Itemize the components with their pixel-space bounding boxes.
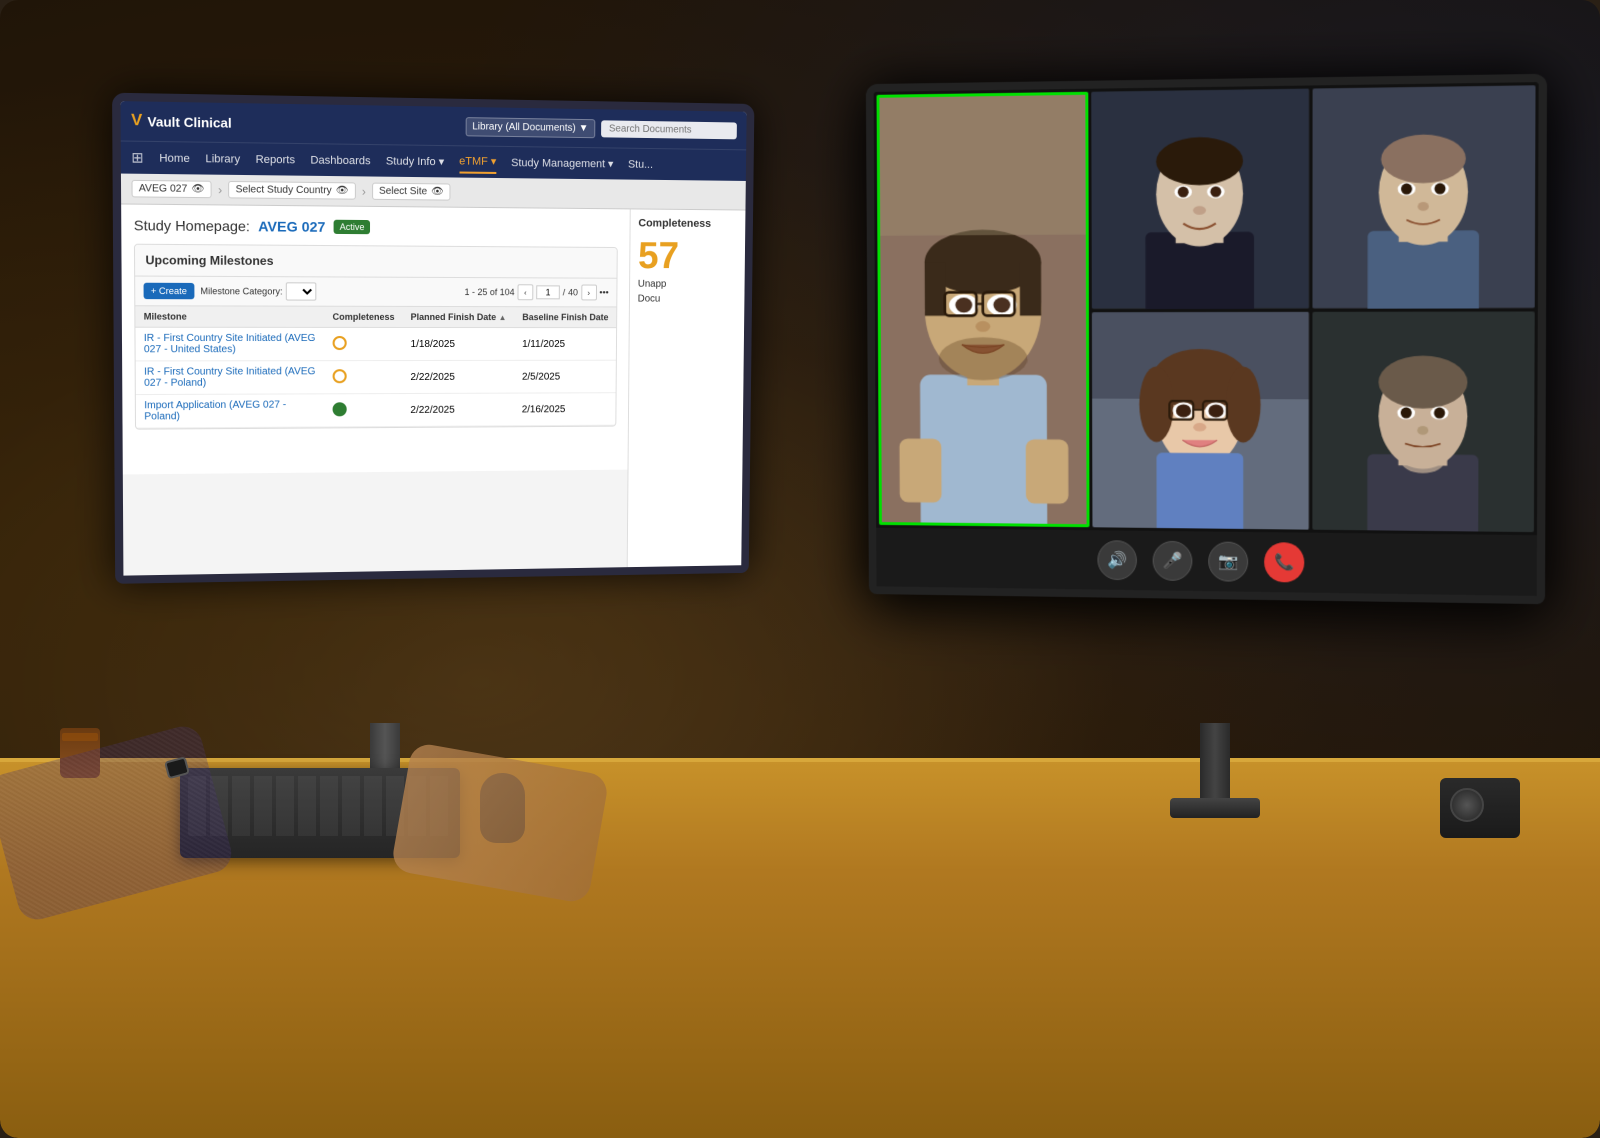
camera-btn[interactable]: 📷 bbox=[1208, 541, 1248, 581]
vault-logo: V Vault Clinical bbox=[131, 112, 232, 132]
completeness-indicator-1 bbox=[333, 335, 347, 349]
col-milestone: Milestone bbox=[135, 306, 324, 327]
planned-date-2: 2/22/2025 bbox=[402, 360, 514, 393]
nav-dashboards[interactable]: Dashboards bbox=[310, 150, 370, 171]
person-3-svg bbox=[1312, 85, 1535, 308]
nav-library[interactable]: Library bbox=[205, 148, 240, 169]
video-controls: 🔊 🎤 📷 📞 bbox=[876, 528, 1537, 596]
right-monitor-stand bbox=[1200, 723, 1230, 803]
active-badge: Active bbox=[334, 220, 371, 234]
main-scene: V Vault Clinical Library (All Documents)… bbox=[0, 0, 1600, 1138]
person-5-svg bbox=[1312, 311, 1535, 532]
sort-arrow-icon: ▲ bbox=[499, 313, 507, 322]
video-grid bbox=[874, 82, 1539, 535]
milestone-link-1[interactable]: IR - First Country Site Initiated (AVEG … bbox=[144, 333, 316, 355]
col-planned-finish[interactable]: Planned Finish Date ▲ bbox=[403, 307, 515, 328]
grid-icon[interactable]: ⊞ bbox=[131, 149, 143, 167]
vault-app-name: Vault Clinical bbox=[147, 113, 231, 130]
milestone-link-3[interactable]: Import Application (AVEG 027 - Poland) bbox=[144, 400, 286, 423]
planned-date-3: 2/22/2025 bbox=[402, 393, 514, 426]
completeness-panel-title: Completeness bbox=[638, 217, 737, 230]
vault-logo-v: V bbox=[131, 112, 142, 131]
nav-home[interactable]: Home bbox=[159, 148, 190, 169]
milestones-section: Upcoming Milestones + Create Milestone C… bbox=[134, 244, 618, 430]
completeness-number: 57 bbox=[638, 237, 738, 275]
watch bbox=[164, 756, 190, 779]
dropdown-arrow-icon: ▼ bbox=[579, 122, 589, 133]
pagination-sep: / bbox=[563, 287, 566, 297]
chevron-down-icon-3: ▾ bbox=[608, 157, 614, 170]
person-2-svg bbox=[1092, 89, 1310, 309]
col-completeness: Completeness bbox=[324, 307, 402, 328]
nav-study-management[interactable]: Study Management ▾ bbox=[511, 152, 613, 174]
next-page-btn[interactable]: › bbox=[581, 285, 597, 301]
chevron-down-icon: ▾ bbox=[439, 155, 445, 168]
milestones-header: Upcoming Milestones bbox=[135, 245, 617, 279]
baseline-date-2: 2/5/2025 bbox=[514, 360, 616, 393]
breadcrumb-sep-1: › bbox=[218, 182, 222, 196]
table-row: IR - First Country Site Initiated (AVEG … bbox=[136, 360, 616, 394]
video-cell-3 bbox=[1312, 85, 1535, 308]
prev-page-btn[interactable]: ‹ bbox=[517, 284, 533, 300]
end-call-icon: 📞 bbox=[1274, 552, 1294, 572]
video-cell-4 bbox=[1092, 311, 1309, 529]
completeness-indicator-3 bbox=[333, 402, 347, 416]
completeness-indicator-2 bbox=[333, 369, 347, 383]
vault-main-content: Study Homepage: AVEG 027 Active Upcoming… bbox=[121, 204, 630, 474]
camera-device bbox=[1440, 778, 1520, 838]
right-monitor: 🔊 🎤 📷 📞 bbox=[866, 74, 1547, 604]
camera-icon: 📷 bbox=[1218, 552, 1238, 572]
breadcrumb-site[interactable]: Select Site 👁 bbox=[372, 183, 451, 201]
study-name: AVEG 027 bbox=[258, 218, 325, 235]
person-4-svg bbox=[1092, 311, 1309, 529]
eye-icon: 👁 bbox=[191, 184, 204, 195]
speaker-icon: 🔊 bbox=[1107, 550, 1127, 570]
end-call-btn[interactable]: 📞 bbox=[1264, 542, 1304, 582]
nav-stu[interactable]: Stu... bbox=[628, 154, 653, 174]
baseline-date-1: 1/11/2025 bbox=[514, 328, 616, 361]
person-1-svg bbox=[877, 92, 1090, 527]
study-homepage-title: Study Homepage: AVEG 027 Active bbox=[134, 217, 618, 237]
col-baseline-finish: Baseline Finish Date bbox=[514, 307, 616, 327]
nav-study-info[interactable]: Study Info ▾ bbox=[386, 150, 444, 172]
planned-date-1: 1/18/2025 bbox=[403, 327, 515, 360]
library-dropdown[interactable]: Library (All Documents) ▼ bbox=[465, 117, 595, 138]
right-monitor-stand-base bbox=[1170, 798, 1260, 818]
milestone-link-2[interactable]: IR - First Country Site Initiated (AVEG … bbox=[144, 366, 315, 389]
vault-search-bar: Library (All Documents) ▼ bbox=[465, 117, 737, 140]
breadcrumb-study[interactable]: AVEG 027 👁 bbox=[131, 180, 211, 198]
completeness-label-2: Docu bbox=[638, 294, 737, 305]
table-row: Import Application (AVEG 027 - Poland) 2… bbox=[136, 393, 616, 428]
milestones-table: Milestone Completeness Planned Finish Da… bbox=[135, 306, 616, 428]
table-row: IR - First Country Site Initiated (AVEG … bbox=[135, 327, 616, 361]
left-monitor: V Vault Clinical Library (All Documents)… bbox=[112, 93, 754, 584]
breadcrumb-country[interactable]: Select Study Country 👁 bbox=[228, 181, 355, 200]
speaker-btn[interactable]: 🔊 bbox=[1097, 540, 1136, 580]
nav-reports[interactable]: Reports bbox=[256, 149, 296, 170]
video-cell-2 bbox=[1092, 89, 1310, 309]
search-input[interactable] bbox=[601, 120, 737, 139]
vault-clinical-app: V Vault Clinical Library (All Documents)… bbox=[121, 101, 747, 575]
create-button[interactable]: + Create bbox=[144, 283, 195, 300]
eye-icon-2: 👁 bbox=[336, 185, 349, 196]
page-input[interactable] bbox=[536, 285, 560, 299]
milestone-filter: Milestone Category: bbox=[200, 282, 316, 301]
more-options-icon[interactable]: ••• bbox=[599, 288, 608, 298]
breadcrumb-sep-2: › bbox=[362, 184, 366, 198]
completeness-panel: Completeness 57 Unapp Docu bbox=[627, 209, 746, 567]
filter-dropdown[interactable] bbox=[286, 282, 317, 300]
chevron-down-icon-2: ▾ bbox=[491, 155, 497, 168]
video-cell-5 bbox=[1312, 311, 1535, 532]
nav-etmf[interactable]: eTMF ▾ bbox=[459, 150, 496, 174]
milestones-toolbar: + Create Milestone Category: 1 - 25 of 1… bbox=[135, 277, 616, 308]
baseline-date-3: 2/16/2025 bbox=[514, 393, 616, 426]
eye-icon-3: 👁 bbox=[431, 186, 444, 197]
video-cell-active-speaker bbox=[877, 92, 1090, 527]
completeness-label-1: Unapp bbox=[638, 279, 737, 290]
pagination: 1 - 25 of 104 ‹ / 40 › ••• bbox=[464, 284, 608, 300]
microphone-btn[interactable]: 🎤 bbox=[1153, 541, 1193, 581]
microphone-icon: 🎤 bbox=[1163, 551, 1183, 571]
